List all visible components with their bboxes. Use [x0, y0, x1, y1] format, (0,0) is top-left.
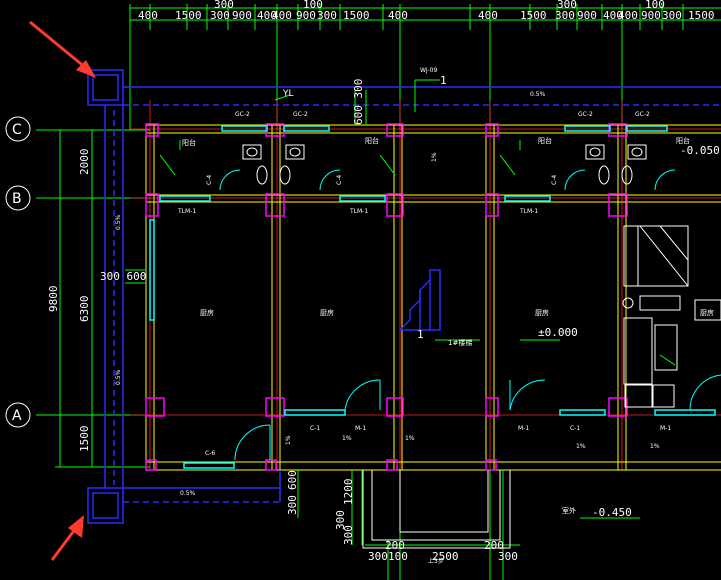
- step-outline: [362, 470, 511, 549]
- wj-number: 1: [440, 74, 447, 87]
- door-swings: [219, 169, 721, 461]
- axis-bubble-c[interactable]: C: [5, 116, 31, 142]
- c4-label-a: C-4: [206, 175, 213, 185]
- balcony-label-left: 阳台: [182, 138, 196, 147]
- outdoor-label: 室外: [562, 506, 576, 515]
- c1-label-b: C-1: [570, 425, 580, 432]
- bottom-dim-2: 200: [385, 539, 405, 552]
- top-dim-upper-3: 100: [645, 0, 665, 11]
- slope-bottom: 0.5%: [180, 490, 196, 497]
- c4-label-c: C-4: [551, 175, 558, 185]
- gc-label-d: GC-2: [635, 111, 650, 118]
- cad-drawing-canvas[interactable]: 400 1500 300 900 400 400 900 300 1500 40…: [0, 0, 721, 580]
- slope-left-upper: 0.5%: [115, 214, 122, 230]
- pct-4: 1%: [650, 443, 660, 450]
- windows: [149, 125, 716, 469]
- kitchen-label-left: 厨房: [200, 308, 214, 317]
- m1-label-b: M-1: [518, 425, 529, 432]
- level-neg005: -0.050: [680, 144, 720, 157]
- annotation-arrow-top: [29, 20, 96, 78]
- slope-left-lower: 0.5%: [115, 369, 122, 385]
- tlm-label-a: TLM-1: [177, 208, 196, 215]
- yl-label: YL: [282, 89, 294, 99]
- left-dim-2000: 2000: [78, 149, 91, 176]
- top-dim-15: 400: [618, 9, 638, 22]
- level-neg045: -0.450: [592, 506, 632, 519]
- gc-label-a: GC-2: [235, 111, 250, 118]
- stair-1[interactable]: [399, 269, 441, 331]
- dim-600-300: 600 300: [352, 79, 365, 125]
- top-dim-18: 1500: [688, 9, 715, 22]
- structural-walls: [145, 124, 721, 471]
- bottom-dim-5: 300: [498, 550, 518, 563]
- kitchen-label-far: 厨房: [700, 308, 714, 317]
- axis-bubble-b[interactable]: B: [5, 185, 31, 211]
- kitchen-label-mid: 厨房: [320, 308, 334, 317]
- annotation-arrow-bottom: [50, 515, 84, 561]
- pct-1: 1%: [342, 435, 352, 442]
- pct-2: 1%: [405, 435, 415, 442]
- top-dim-9: 400: [388, 9, 408, 22]
- m1-label-c: M-1: [660, 425, 671, 432]
- top-dimension-chain: 400 1500 300 900 400 400 900 300 1500 40…: [129, 0, 721, 130]
- axis-label-c: C: [12, 122, 22, 138]
- vert-dim-1: 600: [286, 470, 299, 490]
- stair-number: 1: [417, 328, 424, 341]
- left-dim-total: 9800: [47, 286, 60, 313]
- top-dim-upper-1: 100: [303, 0, 323, 11]
- pct-6: 1%: [285, 435, 292, 445]
- top-dim-0: 400: [138, 9, 158, 22]
- c1-label-a: C-1: [310, 425, 320, 432]
- top-dim-13: 900: [577, 9, 597, 22]
- c4-label-b: C-4: [336, 175, 343, 185]
- pct-5: 1%: [431, 152, 438, 162]
- m1-label-a: M-1: [355, 425, 366, 432]
- vert-dim-0: 300: [286, 495, 299, 515]
- gc-label-b: GC-2: [293, 111, 308, 118]
- top-dim-8: 1500: [343, 9, 370, 22]
- c6-label: C-6: [205, 450, 215, 457]
- vert-dim-2: 1200: [342, 479, 355, 506]
- pct-3: 1%: [576, 443, 586, 450]
- gc-label-c: GC-2: [578, 111, 593, 118]
- wj-label: WJ-09: [420, 67, 437, 74]
- left-dim-6300: 6300: [78, 296, 91, 323]
- axis-label-b: B: [12, 191, 22, 207]
- top-dim-1: 1500: [175, 9, 202, 22]
- kitchen-label-right: 厨房: [535, 308, 549, 317]
- top-dim-10: 400: [478, 9, 498, 22]
- axis-bubble-a[interactable]: A: [5, 402, 31, 428]
- top-dim-17: 300: [662, 9, 682, 22]
- toilet-fixtures: [242, 144, 647, 185]
- vert-dim-4: 300: [342, 525, 355, 545]
- axis-label-a: A: [12, 408, 22, 424]
- top-dim-11: 1500: [520, 9, 547, 22]
- tlm-label-b: TLM-1: [349, 208, 368, 215]
- level-zero: ±0.000: [538, 326, 578, 339]
- tlm-label-c: TLM-1: [519, 208, 538, 215]
- balcony-label-right2: 阳台: [538, 136, 552, 145]
- bottom-dim-3: 2500: [432, 550, 459, 563]
- top-dim-3: 900: [232, 9, 252, 22]
- balcony-label-mid: 阳台: [365, 136, 379, 145]
- stair-label: 1#楼梯: [448, 338, 472, 347]
- floor-plan-svg[interactable]: 400 1500 300 900 400 400 900 300 1500 40…: [0, 0, 721, 580]
- top-dim-5: 400: [272, 9, 292, 22]
- top-dim-upper-0: 300: [214, 0, 234, 11]
- slope-top: 0.5%: [530, 91, 546, 98]
- left-dim-1500: 1500: [78, 426, 91, 453]
- opening-dim: 300 600: [100, 270, 146, 283]
- top-dim-upper-2: 300: [557, 0, 577, 11]
